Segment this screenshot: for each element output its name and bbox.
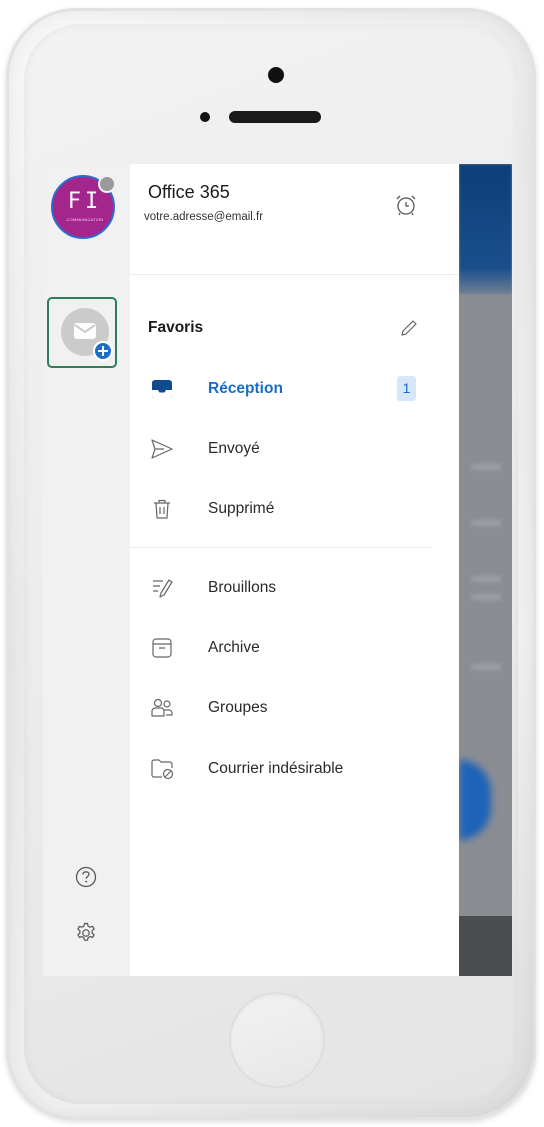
folder-label: Groupes (208, 699, 268, 716)
settings-icon[interactable] (75, 922, 97, 944)
archive-icon (152, 638, 172, 658)
earpiece-speaker (229, 111, 321, 123)
favorites-heading: Favoris (148, 319, 204, 336)
mail-icon (74, 323, 96, 339)
folder-item-sent[interactable]: Envoyé (130, 427, 459, 471)
folder-item-inbox[interactable]: Réception 1 (130, 367, 459, 411)
junk-icon (151, 759, 174, 780)
folder-item-drafts[interactable]: Brouillons (130, 566, 459, 610)
home-button[interactable] (229, 992, 325, 1088)
header-divider (130, 274, 459, 275)
folder-item-deleted[interactable]: Supprimé (130, 487, 459, 531)
account-name: Office 365 (148, 182, 230, 202)
inbox-icon (152, 380, 172, 398)
app-screen: FI COMMUNICATION Office 365 votre.adress… (43, 164, 512, 976)
folder-label: Courrier indésirable (208, 760, 344, 777)
unread-count-badge: 1 (397, 376, 416, 401)
account-email: votre.adresse@email.fr (144, 211, 264, 223)
folder-item-groups[interactable]: Groupes (130, 686, 459, 730)
folder-label: Brouillons (208, 579, 277, 596)
alarm-icon[interactable] (394, 193, 418, 217)
avatar-logo: FI (67, 189, 103, 214)
front-camera (268, 67, 284, 83)
background-line (471, 520, 501, 526)
background-line (471, 464, 501, 470)
account-rail: FI COMMUNICATION (43, 164, 130, 976)
trash-icon (154, 499, 170, 519)
folder-label: Envoyé (208, 440, 260, 457)
plus-icon (93, 341, 113, 361)
background-tab-bar (459, 916, 512, 976)
background-header (459, 164, 512, 294)
drafts-icon (153, 579, 173, 598)
background-line (471, 576, 501, 582)
background-line (471, 594, 501, 600)
folder-label: Réception (208, 380, 283, 397)
avatar-logo-subtext: COMMUNICATION (66, 217, 104, 222)
reflection (378, 1004, 424, 1048)
folder-label: Supprimé (208, 500, 275, 517)
send-icon (151, 439, 173, 459)
folder-label: Archive (208, 639, 260, 656)
section-divider (130, 547, 431, 548)
folder-drawer: Office 365 votre.adresse@email.fr Favori… (130, 164, 459, 976)
groups-icon (151, 698, 173, 717)
folder-item-archive[interactable]: Archive (130, 626, 459, 670)
add-account-highlight[interactable] (47, 297, 117, 368)
folder-item-junk[interactable]: Courrier indésirable (130, 747, 459, 791)
proximity-sensor (200, 112, 210, 122)
presence-dot (98, 175, 116, 193)
edit-pencil-icon[interactable] (398, 317, 420, 339)
background-line (471, 664, 501, 670)
help-icon[interactable] (75, 866, 97, 888)
